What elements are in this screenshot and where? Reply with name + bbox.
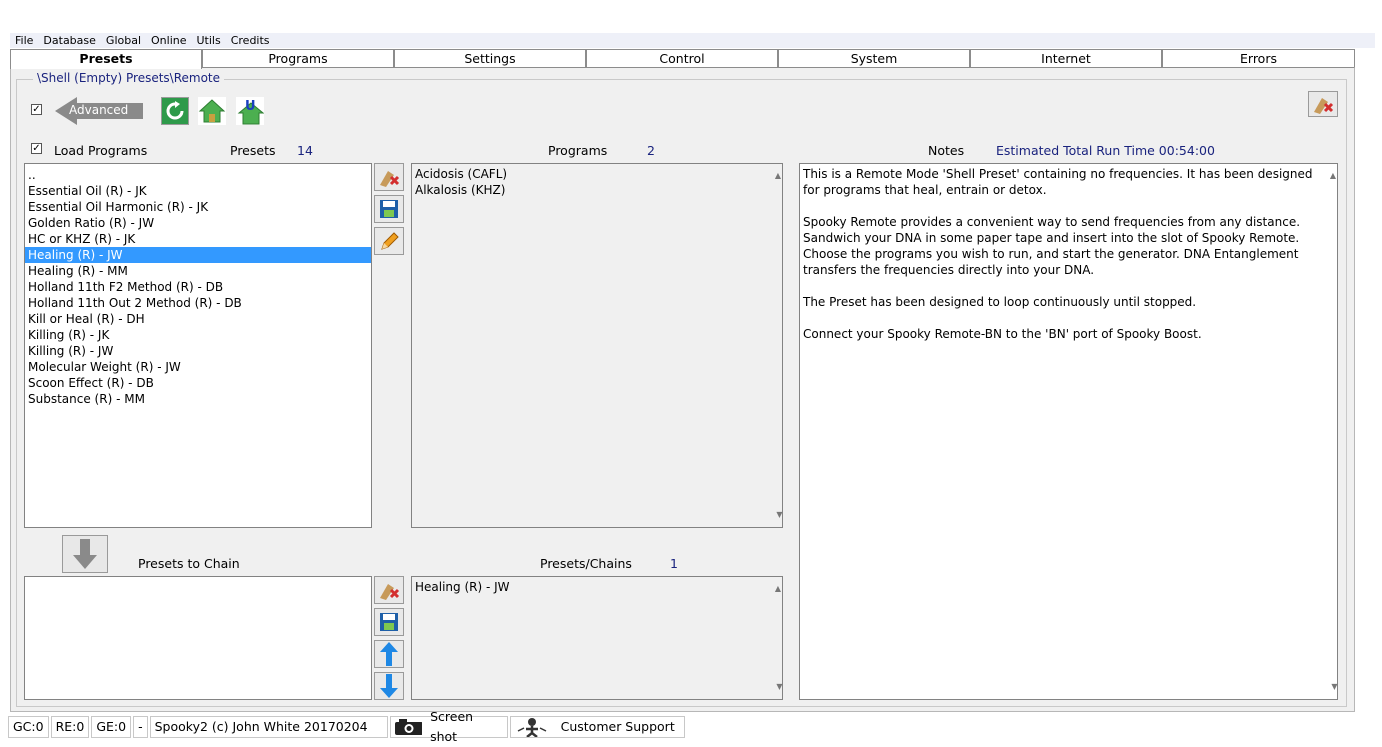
presets-chains-label: Presets/Chains [540,556,632,571]
status-gc: GC:0 [8,716,49,738]
menu-file[interactable]: File [10,33,38,48]
status-bar: GC:0 RE:0 GE:0 - Spooky2 (c) John White … [8,709,687,744]
home-icon [198,99,226,123]
status-re: RE:0 [50,716,90,738]
customer-support-button[interactable]: Customer Support [509,716,685,738]
vertical-scrollbar[interactable]: ▲ ▼ [768,164,783,527]
pencil-icon [381,232,399,250]
save-icon [380,613,398,631]
save-preset-button[interactable] [374,195,404,223]
list-item[interactable]: Molecular Weight (R) - JW [25,359,371,375]
list-item[interactable]: Essential Oil Harmonic (R) - JK [25,199,371,215]
notes-label: Notes [928,143,965,158]
presets-label: Presets [230,143,276,158]
eraser-icon [380,171,400,187]
clear-all-button[interactable] [1308,91,1338,117]
list-item[interactable]: Substance (R) - MM [25,391,371,407]
programs-list[interactable]: Acidosis (CAFL) Alkalosis (KHZ) ▲ ▼ [411,163,783,528]
notes-paragraph: Spooky Remote provides a convenient way … [803,215,1301,277]
list-item[interactable]: .. [25,167,371,183]
notes-paragraph: This is a Remote Mode 'Shell Preset' con… [803,167,1313,197]
screen-shot-label: Screen shot [430,709,474,744]
tab-control[interactable]: Control [586,49,778,68]
preset-path: \Shell (Empty) Presets\Remote [33,71,225,85]
list-item[interactable]: Holland 11th F2 Method (R) - DB [25,279,371,295]
list-item[interactable]: HC or KHZ (R) - JK [25,231,371,247]
presets-chains-list[interactable]: Healing (R) - JW ▲ ▼ [411,576,783,700]
list-item[interactable]: Healing (R) - JW [412,579,782,595]
notes-paragraph: Connect your Spooky Remote-BN to the 'BN… [803,327,1202,341]
list-item[interactable]: Holland 11th Out 2 Method (R) - DB [25,295,371,311]
delete-chain-button[interactable] [374,576,404,604]
up-arrow-icon [380,642,398,666]
load-programs-label: Load Programs [54,143,148,158]
menu-online[interactable]: Online [146,33,191,48]
list-item[interactable]: Killing (R) - JK [25,327,371,343]
notes-paragraph: The Preset has been designed to loop con… [803,295,1197,309]
notes-panel[interactable]: This is a Remote Mode 'Shell Preset' con… [799,163,1338,700]
svg-text:U: U [245,99,256,114]
tab-strip: Presets Programs Settings Control System… [10,49,1355,69]
list-item[interactable]: Golden Ratio (R) - JW [25,215,371,231]
list-item[interactable]: Healing (R) - MM [25,263,371,279]
refresh-button[interactable] [161,97,189,125]
user-home-button[interactable]: U [236,97,264,125]
vertical-scrollbar[interactable]: ▲ ▼ [768,577,783,699]
presets-to-chain-list[interactable] [24,576,372,700]
presets-list[interactable]: .. Essential Oil (R) - JK Essential Oil … [24,163,372,528]
status-ge: GE:0 [91,716,132,738]
down-arrow-icon [73,539,97,569]
advanced-label: Advanced [69,103,129,117]
tab-settings[interactable]: Settings [394,49,586,68]
list-item[interactable]: Kill or Heal (R) - DH [25,311,371,327]
programs-count: 2 [647,143,655,158]
save-icon [380,200,398,218]
load-programs-checkbox[interactable]: ✓ [31,143,42,154]
delete-preset-button[interactable] [374,163,404,191]
menu-credits[interactable]: Credits [226,33,275,48]
tab-presets[interactable]: Presets [10,49,202,69]
presets-count: 14 [297,143,313,158]
screen-shot-button[interactable]: Screen shot [389,709,508,744]
menu-database[interactable]: Database [38,33,101,48]
user-home-icon: U [237,99,264,125]
edit-preset-button[interactable] [374,227,404,255]
menu-utils[interactable]: Utils [192,33,226,48]
list-item[interactable]: Scoon Effect (R) - DB [25,375,371,391]
advanced-checkbox[interactable]: ✓ [31,104,42,115]
presets-to-chain-label: Presets to Chain [138,556,240,571]
presets-chains-count: 1 [670,556,678,571]
tab-errors[interactable]: Errors [1162,49,1355,68]
menu-bar: File Database Global Online Utils Credit… [10,33,1375,48]
status-copyright: Spooky2 (c) John White 20170204 [149,716,388,738]
list-item[interactable]: Killing (R) - JW [25,343,371,359]
home-button[interactable] [198,97,226,125]
vertical-scrollbar[interactable]: ▲ ▼ [1323,164,1338,699]
move-down-button[interactable] [374,672,404,700]
tab-system[interactable]: System [778,49,970,68]
eraser-icon [1314,98,1334,114]
list-item[interactable]: Essential Oil (R) - JK [25,183,371,199]
tab-programs[interactable]: Programs [202,49,394,68]
down-arrow-icon [380,674,398,698]
status-dash: - [133,716,148,738]
eraser-icon [380,584,400,600]
list-item[interactable]: Alkalosis (KHZ) [412,182,782,198]
tab-internet[interactable]: Internet [970,49,1162,68]
save-chain-button[interactable] [374,608,404,636]
customer-support-label: Customer Support [560,719,675,734]
support-icon [517,718,546,737]
add-to-chain-button[interactable] [62,535,108,573]
menu-global[interactable]: Global [101,33,146,48]
camera-icon [394,719,423,735]
refresh-icon [166,101,184,120]
move-up-button[interactable] [374,640,404,668]
programs-label: Programs [548,143,608,158]
estimated-run-time: Estimated Total Run Time 00:54:00 [996,143,1215,158]
advanced-button[interactable]: Advanced [55,95,145,127]
list-item-selected[interactable]: Healing (R) - JW [25,247,371,263]
list-item[interactable]: Acidosis (CAFL) [412,166,782,182]
